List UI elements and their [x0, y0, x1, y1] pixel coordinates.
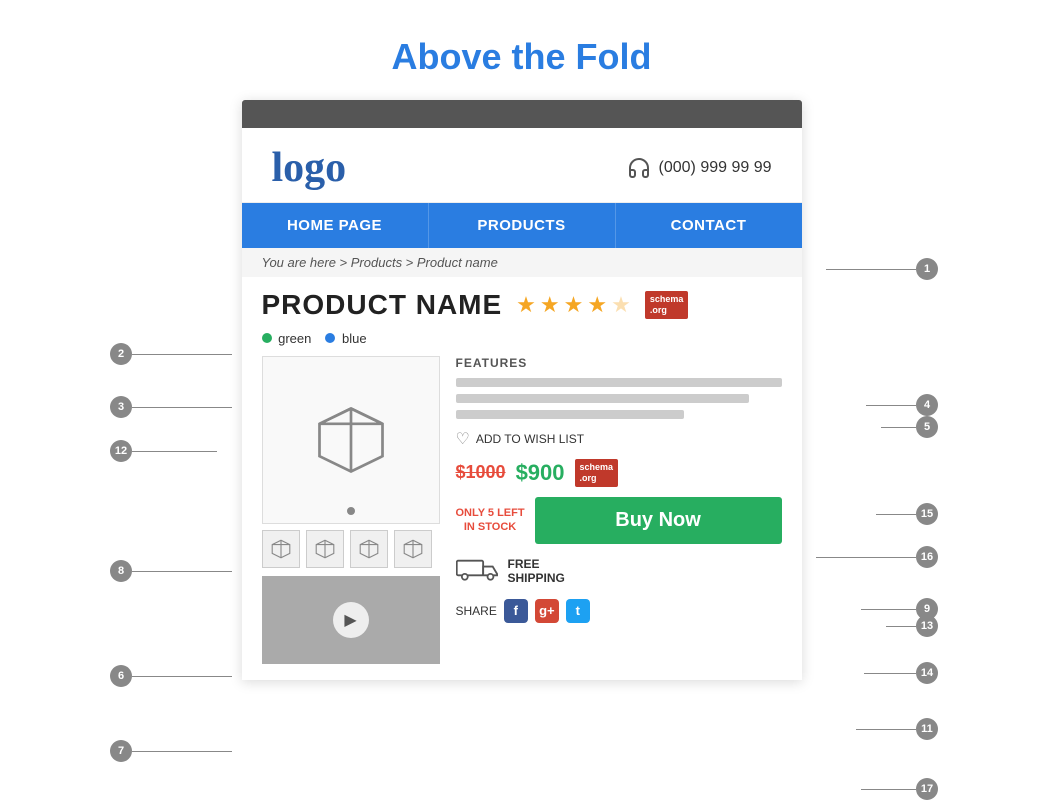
- headset-icon: [627, 156, 651, 180]
- product-image-box: [262, 356, 440, 524]
- star-1: ★: [516, 292, 536, 318]
- shipping-label: FREESHIPPING: [508, 557, 565, 585]
- stars-area: ★ ★ ★ ★ ★: [516, 292, 631, 318]
- annotation-4: 4: [916, 394, 938, 416]
- annotation-13: 13: [916, 615, 938, 637]
- annotation-16: 16: [916, 546, 938, 568]
- page-title: Above the Fold: [0, 18, 1043, 90]
- annotation-1: 1: [916, 258, 938, 280]
- product-box-icon: [306, 395, 396, 485]
- heart-icon: ♡: [456, 429, 470, 449]
- annotation-7: 7: [110, 740, 132, 762]
- buy-now-button[interactable]: Buy Now: [535, 497, 782, 544]
- annotation-9: 9: [916, 598, 938, 620]
- annotation-2: 2: [110, 343, 132, 365]
- video-box[interactable]: ▶: [262, 576, 440, 664]
- facebook-icon[interactable]: f: [504, 599, 528, 623]
- color-label-green: green: [278, 331, 311, 346]
- color-label-blue: blue: [342, 331, 367, 346]
- thumb-4[interactable]: [394, 530, 432, 568]
- googleplus-icon[interactable]: g+: [535, 599, 559, 623]
- phone-number: (000) 999 99 99: [659, 159, 772, 177]
- annotation-5: 5: [916, 416, 938, 438]
- price-row: $1000 $900 schema.org: [456, 459, 782, 487]
- color-dot-green: green: [262, 331, 312, 346]
- old-price: $1000: [456, 462, 506, 483]
- feature-line-2: [456, 394, 749, 403]
- browser-bar: [242, 100, 802, 128]
- feature-line-3: [456, 410, 684, 419]
- product-name: PRODUCT NAME: [262, 289, 503, 321]
- twitter-icon[interactable]: t: [566, 599, 590, 623]
- star-5: ★: [611, 292, 631, 318]
- annotation-3: 3: [110, 396, 132, 418]
- wishlist-label: ADD TO WISH LIST: [476, 432, 584, 446]
- schema-badge-price: schema.org: [575, 459, 619, 487]
- annotation-6: 6: [110, 665, 132, 687]
- play-button[interactable]: ▶: [333, 602, 369, 638]
- left-col: ▶: [262, 356, 440, 664]
- nav-item-home[interactable]: HOME PAGE: [242, 203, 429, 248]
- shipping-row: FREESHIPPING: [456, 554, 782, 589]
- thumbnail-row: [262, 530, 440, 568]
- phone-area: (000) 999 99 99: [627, 156, 772, 180]
- stock-text: ONLY 5 LEFTIN STOCK: [456, 506, 525, 535]
- annotation-12: 12: [110, 440, 132, 462]
- annotation-14: 14: [916, 662, 938, 684]
- site-header: logo (000) 999 99 99: [242, 128, 802, 203]
- image-indicator-dot: [347, 507, 355, 515]
- wishlist-row[interactable]: ♡ ADD TO WISH LIST: [456, 429, 782, 449]
- nav-bar: HOME PAGE PRODUCTS CONTACT: [242, 203, 802, 248]
- new-price: $900: [516, 460, 565, 486]
- page-wrapper: Above the Fold 2 3 12 8 6 7: [0, 0, 1043, 680]
- truck-icon: [456, 554, 500, 589]
- features-label: FEATURES: [456, 356, 782, 370]
- annotation-17: 17: [916, 778, 938, 800]
- star-3: ★: [564, 292, 584, 318]
- breadcrumb: You are here > Products > Product name: [242, 248, 802, 277]
- thumb-1[interactable]: [262, 530, 300, 568]
- color-dot-blue: blue: [325, 331, 366, 346]
- star-4: ★: [587, 292, 607, 318]
- share-row: SHARE f g+ t: [456, 599, 782, 623]
- feature-line-1: [456, 378, 782, 387]
- logo: logo: [272, 144, 347, 192]
- nav-item-contact[interactable]: CONTACT: [616, 203, 802, 248]
- center-area: 2 3 12 8 6 7 1: [0, 100, 1043, 680]
- annotation-15: 15: [916, 503, 938, 525]
- thumb-2[interactable]: [306, 530, 344, 568]
- nav-item-products[interactable]: PRODUCTS: [429, 203, 616, 248]
- main-content: ▶ FEATURES ♡ ADD TO WISH LIST: [262, 356, 782, 664]
- annotation-8: 8: [110, 560, 132, 582]
- right-col: FEATURES ♡ ADD TO WISH LIST $1000 $900: [456, 356, 782, 623]
- share-label: SHARE: [456, 604, 497, 618]
- product-section: PRODUCT NAME ★ ★ ★ ★ ★ schema.org green: [242, 277, 802, 680]
- color-options: green blue: [262, 331, 782, 346]
- browser-mockup: logo (000) 999 99 99 HOME PAGE PRODUCTS …: [242, 100, 802, 680]
- buy-row: ONLY 5 LEFTIN STOCK Buy Now: [456, 497, 782, 544]
- star-2: ★: [540, 292, 560, 318]
- thumb-3[interactable]: [350, 530, 388, 568]
- schema-badge-top: schema.org: [645, 291, 689, 319]
- annotation-11: 11: [916, 718, 938, 740]
- product-name-row: PRODUCT NAME ★ ★ ★ ★ ★ schema.org: [262, 289, 782, 321]
